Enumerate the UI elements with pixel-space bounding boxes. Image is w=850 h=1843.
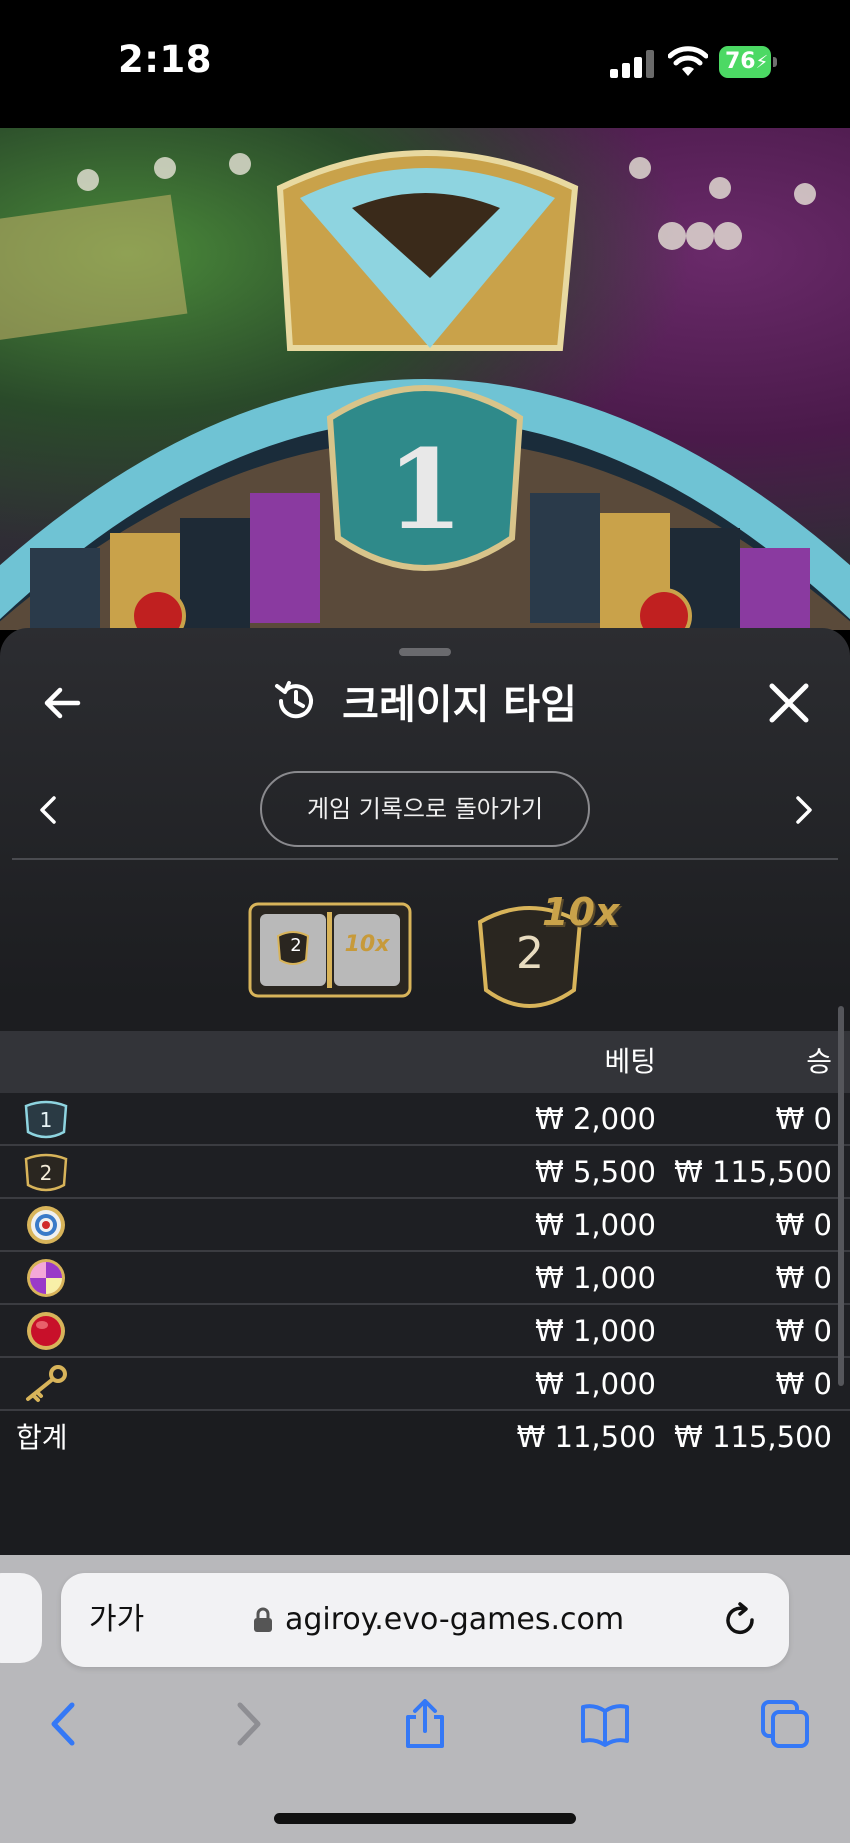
slot-left-value: 2 bbox=[290, 935, 302, 956]
table-row: ₩ 1,000 ₩ 0 bbox=[0, 1199, 850, 1252]
sheet-header: 크레이지 타임 bbox=[0, 672, 850, 730]
bookmarks-icon[interactable] bbox=[580, 1699, 630, 1749]
back-to-game-history-button[interactable]: 게임 기록으로 돌아가기 bbox=[260, 771, 590, 847]
text-size-button[interactable]: 가가 bbox=[89, 1573, 144, 1667]
svg-text:1: 1 bbox=[40, 1108, 53, 1132]
address-bar[interactable]: 가가 agiroy.evo-games.com bbox=[61, 1573, 789, 1667]
table-row: 1 ₩ 2,000 ₩ 0 bbox=[0, 1093, 850, 1146]
top-slot-result: 2 10x bbox=[248, 902, 412, 998]
reload-icon[interactable] bbox=[721, 1601, 759, 1639]
table-total-row: 합계 ₩ 11,500 ₩ 115,500 bbox=[0, 1411, 850, 1464]
table-row: ₩ 1,000 ₩ 0 bbox=[0, 1252, 850, 1305]
home-indicator[interactable] bbox=[274, 1813, 576, 1824]
previous-round-chevron-icon[interactable] bbox=[36, 794, 60, 826]
svg-text:1: 1 bbox=[387, 425, 464, 554]
row-win: ₩ 0 bbox=[775, 1367, 832, 1401]
total-bet: ₩ 11,500 bbox=[516, 1420, 656, 1454]
safari-browser-chrome: 가가 agiroy.evo-games.com bbox=[0, 1555, 850, 1843]
number-2-icon: 2 bbox=[24, 1153, 68, 1192]
sheet-title: 크레이지 타임 bbox=[342, 682, 577, 728]
row-bet: ₩ 2,000 bbox=[535, 1102, 656, 1136]
share-icon[interactable] bbox=[400, 1699, 450, 1749]
row-win: ₩ 0 bbox=[775, 1261, 832, 1295]
history-icon bbox=[275, 681, 314, 719]
close-icon[interactable] bbox=[764, 678, 814, 728]
crazy-time-wheel-image: 1 bbox=[0, 150, 850, 630]
divider bbox=[12, 858, 838, 860]
row-bet: ₩ 1,000 bbox=[535, 1314, 656, 1348]
battery-level: 76 bbox=[725, 49, 756, 74]
browser-forward-icon[interactable] bbox=[222, 1699, 272, 1749]
live-game-video: 1 bbox=[0, 128, 850, 630]
pachinko-candy-icon bbox=[27, 1259, 65, 1297]
bets-table: 베팅 승 1 ₩ 2,000 ₩ 0 2 ₩ 5,500 ₩ 115,500 ₩… bbox=[0, 1031, 850, 1464]
tabs-icon[interactable] bbox=[760, 1699, 810, 1749]
number-1-icon: 1 bbox=[24, 1100, 68, 1139]
game-history-sheet: 크레이지 타임 게임 기록으로 돌아가기 2 10x 2 10x 베팅 승 1 … bbox=[0, 628, 850, 1555]
result-multiplier: 10x bbox=[542, 890, 620, 934]
table-row: ₩ 1,000 ₩ 0 bbox=[0, 1305, 850, 1358]
row-bet: ₩ 5,500 bbox=[535, 1155, 656, 1189]
table-row: ₩ 1,000 ₩ 0 bbox=[0, 1358, 850, 1411]
row-bet: ₩ 1,000 bbox=[535, 1261, 656, 1295]
result-badge: 2 10x bbox=[474, 890, 624, 1022]
svg-text:2: 2 bbox=[40, 1161, 53, 1185]
scrollbar[interactable] bbox=[838, 1006, 844, 1386]
charging-bolt-icon: ⚡ bbox=[755, 52, 769, 73]
row-win: ₩ 115,500 bbox=[674, 1155, 832, 1189]
wifi-icon bbox=[668, 46, 708, 76]
sheet-grabber[interactable] bbox=[399, 648, 451, 656]
row-bet: ₩ 1,000 bbox=[535, 1367, 656, 1401]
row-bet: ₩ 1,000 bbox=[535, 1208, 656, 1242]
previous-tab-peek[interactable] bbox=[0, 1573, 42, 1663]
lock-icon bbox=[254, 1607, 272, 1632]
browser-back-icon[interactable] bbox=[40, 1699, 90, 1749]
cash-hunt-red-icon bbox=[27, 1312, 65, 1350]
row-win: ₩ 0 bbox=[775, 1314, 832, 1348]
header-bet: 베팅 bbox=[604, 1045, 656, 1078]
battery-indicator: 76⚡ bbox=[719, 46, 777, 78]
total-win: ₩ 115,500 bbox=[674, 1420, 832, 1454]
slot-right-value: 10x bbox=[344, 932, 390, 957]
status-time: 2:18 bbox=[118, 38, 213, 81]
total-label: 합계 bbox=[16, 1421, 68, 1454]
result-number: 2 bbox=[516, 928, 544, 979]
crazy-time-key-icon bbox=[26, 1365, 67, 1402]
table-row: 2 ₩ 5,500 ₩ 115,500 bbox=[0, 1146, 850, 1199]
table-header: 베팅 승 bbox=[0, 1031, 850, 1093]
header-win: 승 bbox=[806, 1045, 832, 1078]
next-round-chevron-icon[interactable] bbox=[792, 794, 816, 826]
status-bar: 2:18 76⚡ bbox=[0, 0, 850, 128]
coin-flip-target-icon bbox=[27, 1206, 65, 1244]
row-win: ₩ 0 bbox=[775, 1208, 832, 1242]
url-text[interactable]: agiroy.evo-games.com bbox=[285, 1573, 624, 1667]
cellular-signal-icon bbox=[610, 50, 654, 78]
row-win: ₩ 0 bbox=[775, 1102, 832, 1136]
